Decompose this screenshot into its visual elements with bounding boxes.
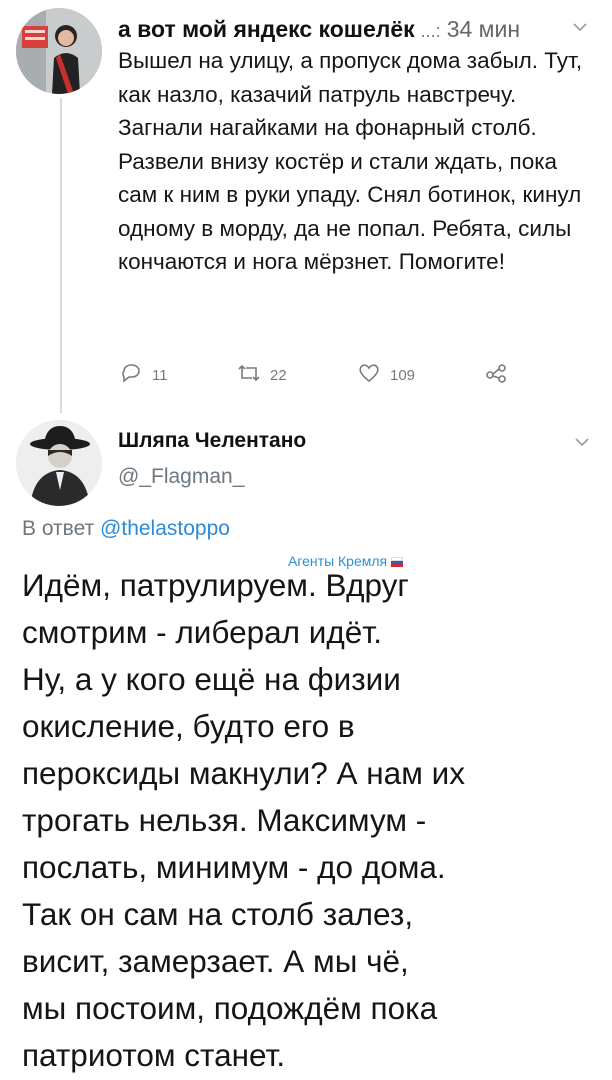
tweet2-text: Идём, патрулируем. Вдруг смотрим - либер… xyxy=(22,562,597,1079)
timestamp[interactable]: 34 мин xyxy=(447,16,520,42)
tweet-text-line: Идём, патрулируем. Вдруг xyxy=(22,567,409,603)
like-count: 109 xyxy=(390,366,416,384)
author-name[interactable]: Шляпа Челентано xyxy=(118,426,306,456)
thread-connector-line xyxy=(60,98,62,413)
tweet-text-line: послать, минимум - до дома. xyxy=(22,849,446,885)
avatar-photo xyxy=(16,8,102,94)
author-name-emoji: ...: xyxy=(420,21,441,41)
tweet-text-line: Ну, а у кого ещё на физии xyxy=(22,661,401,697)
tweet-text-line: висит, замерзает. А мы чё, xyxy=(22,943,409,979)
tweet-text-line: Так он сам на столб залез, xyxy=(22,896,414,932)
tweet-text-line: окисление, будто его в xyxy=(22,708,355,744)
tweet1-header: а вот мой яндекс кошелёк...: 34 мин xyxy=(118,12,598,46)
retweet-icon xyxy=(236,360,262,390)
reply-count: 11 xyxy=(152,366,168,384)
retweet-count: 22 xyxy=(270,366,287,384)
tweet-text-line: мы постоим, подождём пока xyxy=(22,990,438,1026)
tweet-actions: 11 22 109 xyxy=(118,360,538,390)
tweet-text-line: трогать нельзя. Максимум - xyxy=(22,802,427,838)
reply-context: В ответ @thelastoppo xyxy=(22,514,230,544)
reply-prefix: В ответ xyxy=(22,517,95,540)
avatar[interactable] xyxy=(16,8,102,94)
avatar-photo xyxy=(16,420,102,506)
like-button[interactable]: 109 xyxy=(356,360,415,390)
tweet-text-line: смотрим - либерал идёт. xyxy=(22,614,382,650)
share-icon xyxy=(483,360,509,390)
retweet-button[interactable]: 22 xyxy=(236,360,287,390)
share-button[interactable] xyxy=(483,360,509,390)
tweet-text-line: пероксиды макнули? А нам их xyxy=(22,755,465,791)
tweet-text-line: патриотом станет. xyxy=(22,1037,286,1073)
chevron-down-icon[interactable] xyxy=(572,12,588,46)
tweet1-text: Вышел на улицу, а пропуск дома забыл. Ту… xyxy=(118,48,583,274)
reply-icon xyxy=(118,360,144,390)
author-handle[interactable]: @_Flagman_ xyxy=(118,462,244,492)
author-name[interactable]: а вот мой яндекс кошелёк xyxy=(118,16,415,42)
avatar[interactable] xyxy=(16,420,102,506)
reply-button[interactable]: 11 xyxy=(118,360,168,390)
reply-mention-link[interactable]: @thelastoppo xyxy=(100,517,230,540)
heart-icon xyxy=(356,360,382,390)
chevron-down-icon[interactable] xyxy=(574,434,590,455)
